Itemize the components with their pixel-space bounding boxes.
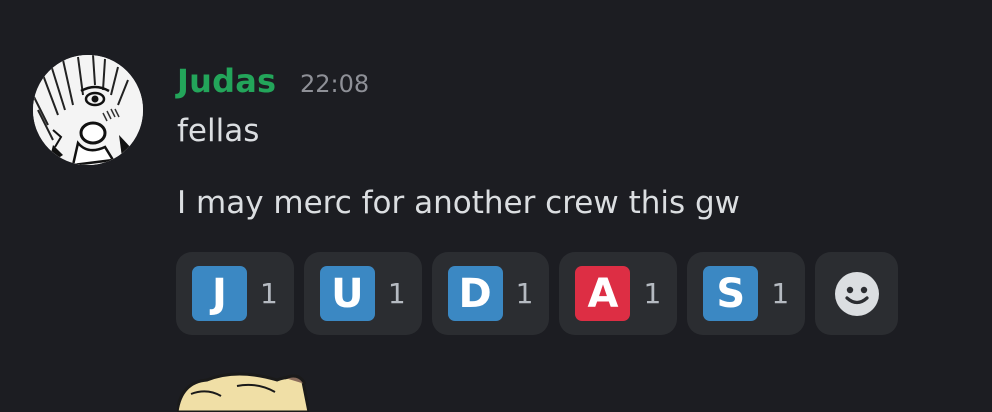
next-avatar-art-icon	[177, 372, 309, 412]
letter-u-emoji-icon: U	[319, 266, 375, 321]
reaction-a[interactable]: A 1	[559, 252, 678, 335]
message-line: fellas	[177, 113, 260, 149]
letter-j-emoji-icon: J	[192, 266, 247, 321]
user-avatar[interactable]	[33, 55, 143, 165]
reaction-d[interactable]: D 1	[431, 252, 550, 335]
reaction-j[interactable]: J 1	[176, 252, 294, 335]
next-message-avatar[interactable]	[177, 372, 309, 412]
reactions-bar: J 1 U 1 D 1 A 1 S 1	[176, 252, 899, 335]
letter-d-emoji-icon: D	[447, 266, 503, 321]
chat-area: Judas 22:08 fellas I may merc for anothe…	[0, 0, 992, 412]
reaction-u[interactable]: U 1	[303, 252, 422, 335]
reaction-count: 1	[771, 277, 790, 310]
smile-icon	[834, 271, 879, 316]
reaction-count: 1	[515, 277, 534, 310]
reaction-count: 1	[260, 277, 278, 310]
message-timestamp: 22:08	[300, 70, 370, 98]
message-author[interactable]: Judas	[177, 62, 276, 100]
add-reaction-button[interactable]	[815, 252, 899, 335]
letter-s-emoji-icon: S	[703, 266, 759, 321]
avatar-manga-art-icon	[33, 55, 143, 165]
message-line: I may merc for another crew this gw	[177, 185, 741, 221]
letter-a-emoji-icon: A	[575, 266, 631, 321]
reaction-count: 1	[643, 277, 662, 310]
reaction-count: 1	[387, 277, 406, 310]
reaction-s[interactable]: S 1	[687, 252, 806, 335]
